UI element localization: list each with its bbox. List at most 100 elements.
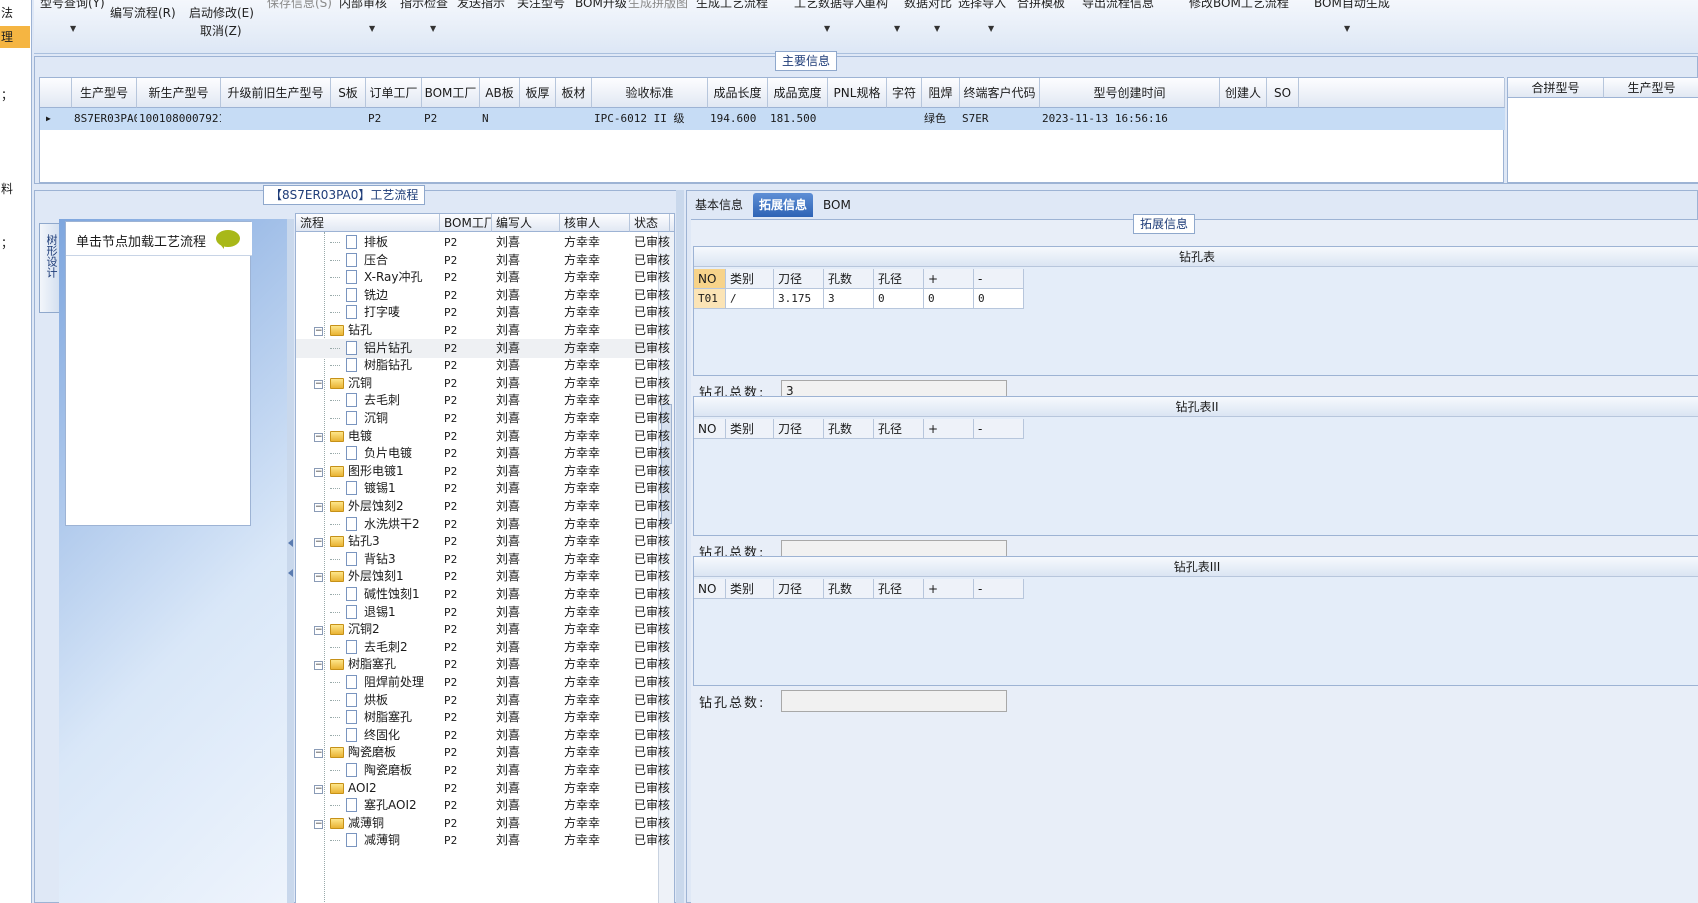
- toolbar-button-5[interactable]: 指示检查: [400, 0, 448, 11]
- column-header[interactable]: 字符: [887, 78, 922, 108]
- toolbar-button-8[interactable]: BOM升级: [575, 0, 627, 11]
- dropdown-arrow-icon[interactable]: ▼: [1344, 24, 1350, 33]
- collapse-icon[interactable]: −: [314, 379, 323, 389]
- drill-cell[interactable]: 3.175: [774, 289, 824, 309]
- nav-item-1[interactable]: 理: [0, 26, 30, 48]
- drill-column-header[interactable]: -: [974, 579, 1024, 599]
- tree-column-header[interactable]: 编写人: [492, 214, 560, 232]
- collapse-icon[interactable]: −: [314, 819, 323, 829]
- drill-column-header[interactable]: +: [924, 269, 974, 289]
- cell[interactable]: P2: [366, 108, 422, 130]
- toolbar-button-6[interactable]: 发送指示: [457, 0, 505, 11]
- column-header[interactable]: 型号创建时间: [1040, 78, 1220, 108]
- nav-item-2[interactable]: ；: [0, 84, 30, 106]
- splitter-handle[interactable]: [287, 219, 294, 903]
- column-header[interactable]: 订单工厂: [366, 78, 422, 108]
- toolbar-button-4[interactable]: 内部审核: [339, 0, 387, 11]
- column-header[interactable]: 合拼型号: [1508, 78, 1604, 98]
- drill-column-header[interactable]: 孔数: [824, 579, 874, 599]
- tree-column-header[interactable]: 流程: [296, 214, 440, 232]
- tree-node[interactable]: 水洗烘干2 P2 刘喜 方幸幸 已审核: [296, 515, 670, 534]
- drill-column-header[interactable]: 刀径: [774, 269, 824, 289]
- drill-column-header[interactable]: 刀径: [774, 419, 824, 439]
- toolbar-button-9[interactable]: 生成拼版图: [628, 0, 688, 11]
- drill-column-header[interactable]: +: [924, 419, 974, 439]
- toolbar-button-15[interactable]: 合拼模板: [1017, 0, 1065, 11]
- tree-node[interactable]: 塞孔AOI2 P2 刘喜 方幸幸 已审核: [296, 796, 670, 815]
- column-header[interactable]: AB板: [480, 78, 520, 108]
- cell[interactable]: 绿色: [922, 108, 960, 130]
- drill-cell[interactable]: /: [726, 289, 774, 309]
- tab-1[interactable]: 拓展信息: [753, 193, 814, 217]
- column-header[interactable]: 生产型号: [72, 78, 137, 108]
- toolbar-button-0[interactable]: 型号查询(Y): [40, 0, 105, 11]
- tab-0[interactable]: 基本信息: [689, 193, 749, 217]
- tree-node[interactable]: − 沉铜2 P2 刘喜 方幸幸 已审核: [296, 620, 670, 639]
- drill-column-header[interactable]: NO: [694, 419, 726, 439]
- drill-column-header[interactable]: 类别: [726, 269, 774, 289]
- tree-node[interactable]: 沉铜 P2 刘喜 方幸幸 已审核: [296, 409, 670, 428]
- collapse-icon[interactable]: −: [314, 432, 323, 442]
- toolbar-button-3[interactable]: 保存信息(S): [267, 0, 332, 11]
- drill-column-header[interactable]: NO: [694, 269, 726, 289]
- collapse-icon[interactable]: −: [314, 327, 323, 336]
- dropdown-arrow-icon[interactable]: ▼: [894, 24, 900, 33]
- drill-column-header[interactable]: 孔径: [874, 579, 924, 599]
- tree-node[interactable]: − AOI2 P2 刘喜 方幸幸 已审核: [296, 779, 670, 798]
- collapse-icon[interactable]: −: [314, 503, 323, 512]
- tree-node[interactable]: 减薄铜 P2 刘喜 方幸幸 已审核: [296, 831, 670, 850]
- tree-node[interactable]: − 陶瓷磨板 P2 刘喜 方幸幸 已审核: [296, 743, 670, 762]
- cell[interactable]: 181.500: [768, 108, 828, 130]
- toolbar-button-2[interactable]: 启动修改(E): [189, 4, 254, 21]
- column-header[interactable]: 成品长度: [708, 78, 768, 108]
- drill-cell[interactable]: T01: [694, 289, 726, 309]
- drill-column-header[interactable]: 孔径: [874, 419, 924, 439]
- drill-column-header[interactable]: -: [974, 419, 1024, 439]
- collapse-icon[interactable]: −: [314, 573, 323, 583]
- column-header[interactable]: 成品宽度: [768, 78, 828, 108]
- nav-item-0[interactable]: 法: [0, 2, 30, 24]
- column-header[interactable]: 创建人: [1220, 78, 1267, 108]
- tree-node[interactable]: 终固化 P2 刘喜 方幸幸 已审核: [296, 726, 670, 745]
- tree-node[interactable]: − 钻孔3 P2 刘喜 方幸幸 已审核: [296, 532, 670, 551]
- column-header[interactable]: 板材: [556, 78, 592, 108]
- drill-column-header[interactable]: 孔径: [874, 269, 924, 289]
- column-header[interactable]: 板厚: [520, 78, 556, 108]
- column-header[interactable]: 升级前旧生产型号: [221, 78, 331, 108]
- tree-column-header[interactable]: BOM工厂: [440, 214, 492, 232]
- tree-node[interactable]: − 钻孔 P2 刘喜 方幸幸 已审核: [296, 321, 670, 340]
- cell[interactable]: N: [480, 108, 520, 130]
- tree-node[interactable]: 碱性蚀刻1 P2 刘喜 方幸幸 已审核: [296, 585, 670, 604]
- column-header[interactable]: 验收标准: [592, 78, 708, 108]
- tree-node[interactable]: 去毛刺2 P2 刘喜 方幸幸 已审核: [296, 638, 670, 657]
- tree-node[interactable]: − 减薄铜 P2 刘喜 方幸幸 已审核: [296, 814, 670, 833]
- table-row[interactable]: ▶8S7ER03PA010010800079217P2P2NIPC-6012 I…: [40, 108, 1505, 130]
- dropdown-arrow-icon[interactable]: ▼: [934, 24, 940, 33]
- drill-column-header[interactable]: NO: [694, 579, 726, 599]
- collapse-left-icon[interactable]: [288, 539, 293, 547]
- tree-node[interactable]: 排板 P2 刘喜 方幸幸 已审核: [296, 233, 670, 252]
- dropdown-arrow-icon[interactable]: ▼: [988, 24, 994, 33]
- dropdown-arrow-icon[interactable]: ▼: [70, 24, 76, 33]
- panel-splitter[interactable]: [676, 190, 684, 903]
- tree-node[interactable]: − 树脂塞孔 P2 刘喜 方幸幸 已审核: [296, 655, 670, 674]
- column-header[interactable]: SO: [1267, 78, 1299, 108]
- tree-node[interactable]: 阻焊前处理 P2 刘喜 方幸幸 已审核: [296, 673, 670, 692]
- tree-node[interactable]: 树脂钻孔 P2 刘喜 方幸幸 已审核: [296, 356, 670, 375]
- tree-node[interactable]: 树脂塞孔 P2 刘喜 方幸幸 已审核: [296, 708, 670, 727]
- tree-node[interactable]: 铝片钻孔 P2 刘喜 方幸幸 已审核: [296, 338, 670, 358]
- tree-design-tab[interactable]: 树形设计: [39, 223, 59, 313]
- tree-column-header[interactable]: 状态: [630, 214, 670, 232]
- column-header[interactable]: PNL规格: [828, 78, 887, 108]
- toolbar-button-17[interactable]: 修改BOM工艺流程: [1189, 0, 1289, 11]
- drill-column-header[interactable]: 刀径: [774, 579, 824, 599]
- drill-cell[interactable]: 0: [974, 289, 1024, 309]
- tree-column-header[interactable]: 核审人: [560, 214, 630, 232]
- collapse-icon[interactable]: −: [314, 749, 323, 759]
- drill-column-header[interactable]: -: [974, 269, 1024, 289]
- drill-cell[interactable]: 0: [924, 289, 974, 309]
- dropdown-arrow-icon[interactable]: ▼: [430, 24, 436, 33]
- tree-node[interactable]: − 图形电镀1 P2 刘喜 方幸幸 已审核: [296, 462, 670, 481]
- toolbar-button-18[interactable]: BOM自动生成: [1314, 0, 1390, 11]
- cell[interactable]: S7ER: [960, 108, 1040, 130]
